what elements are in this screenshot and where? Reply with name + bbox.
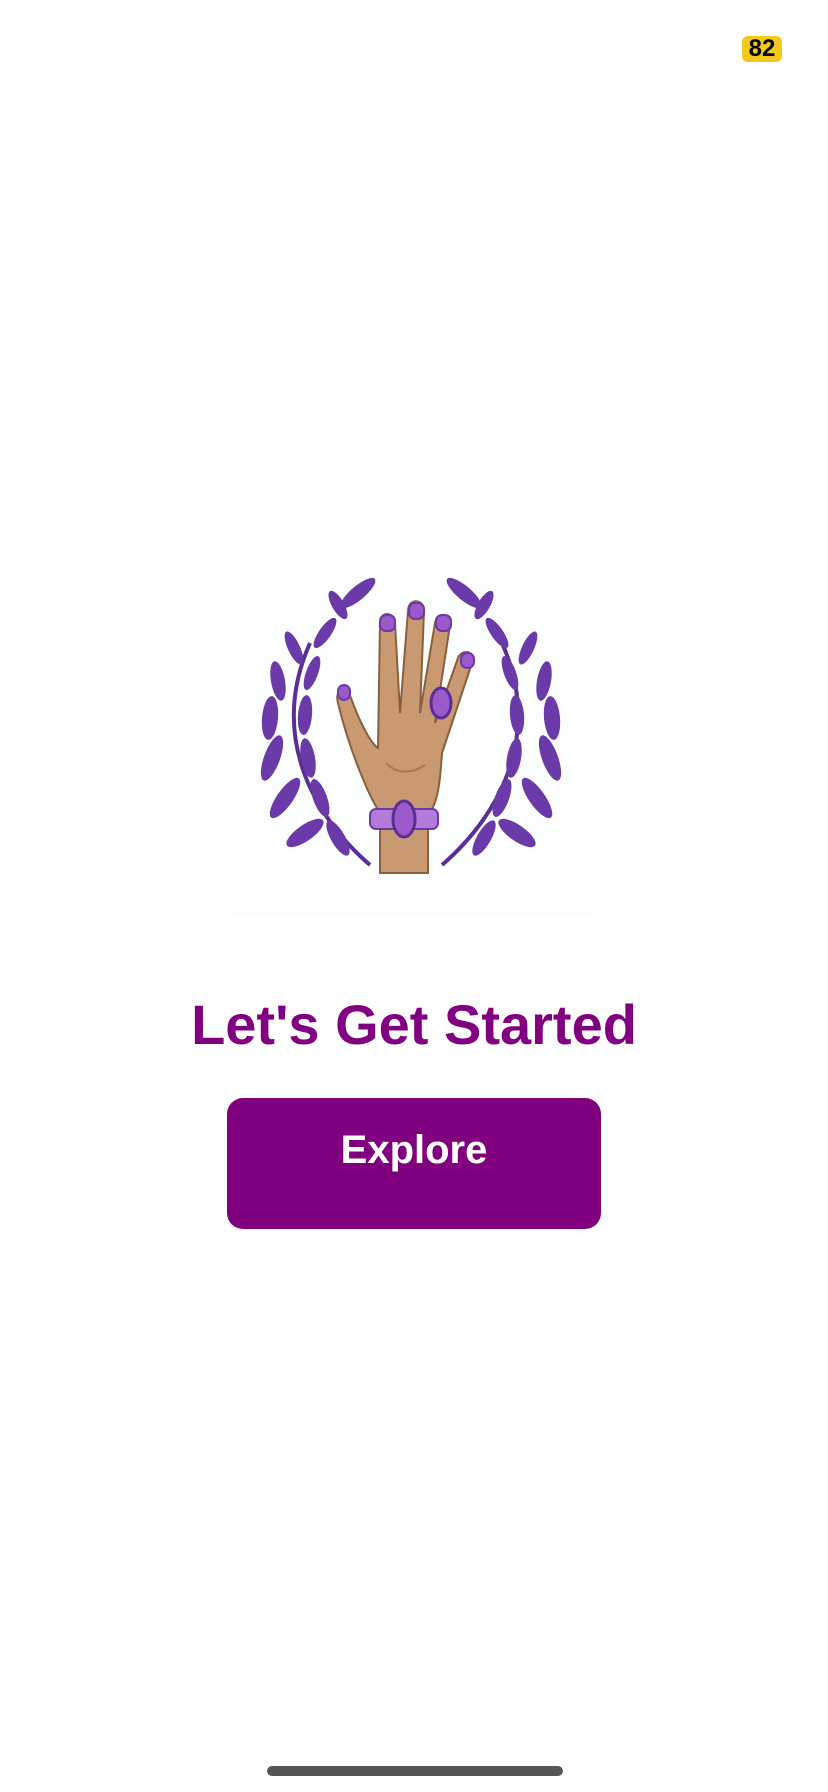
hero-illustration [230, 553, 592, 915]
battery-level-badge: 82 [742, 36, 782, 62]
laurel-left-icon [260, 577, 376, 867]
home-indicator[interactable] [267, 1766, 563, 1776]
explore-button[interactable]: Explore [227, 1098, 601, 1229]
hand-with-laurel-icon [260, 577, 562, 874]
page-title: Let's Get Started [191, 993, 637, 1056]
laurel-right-icon [440, 577, 562, 867]
hand-icon [336, 600, 475, 874]
onboarding-screen: 82 Let's Get Started Explore [0, 0, 828, 1792]
